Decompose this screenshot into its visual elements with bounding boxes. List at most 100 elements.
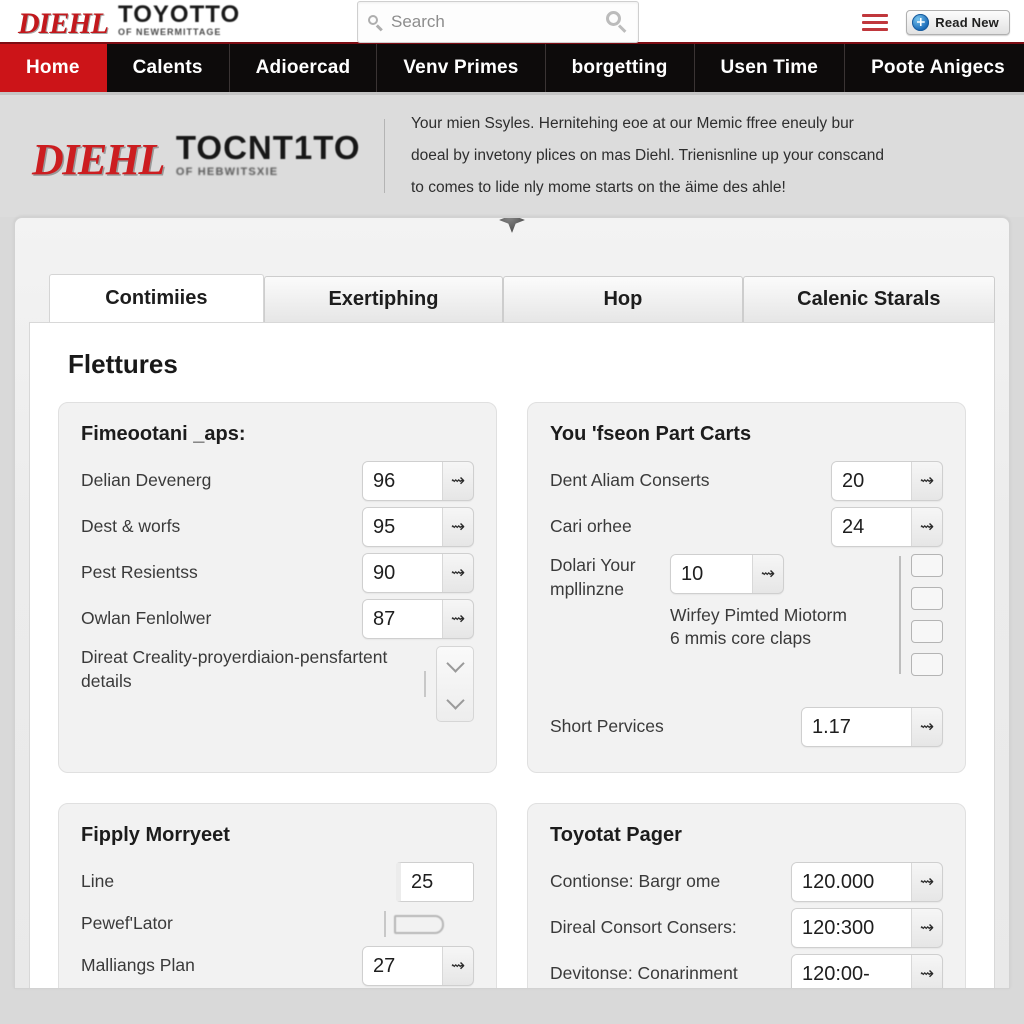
checkbox[interactable] (911, 554, 943, 577)
stepper-arrow-icon[interactable]: ⇝ (443, 508, 473, 546)
table-row: Dest & worfs 95 ⇝ (81, 504, 474, 550)
stepper-value[interactable]: 90 (363, 554, 443, 592)
read-new-label: Read New (935, 14, 999, 30)
nav-label: Adioercad (255, 57, 351, 78)
card-note-line: 6 mmis core claps (670, 627, 812, 648)
plus-badge-icon (912, 13, 930, 31)
row-label: Dolari Your mpllinzne (550, 555, 636, 599)
toggle-shape-icon[interactable] (394, 914, 444, 934)
quantity-stepper[interactable]: 24 ⇝ (831, 507, 943, 547)
checkbox[interactable] (911, 587, 943, 610)
quantity-stepper[interactable]: 95 ⇝ (362, 507, 474, 547)
nav-item-calents[interactable]: Calents (107, 44, 230, 92)
nav-label: borgetting (571, 57, 668, 78)
hero-logo: DIEHL TOCNT1TO OF HEBWITSXIE (20, 131, 384, 182)
table-row: Pest Resientss 90 ⇝ (81, 550, 474, 596)
stepper-arrow-icon[interactable]: ⇝ (912, 909, 942, 947)
table-row: Contionse: Bargr ome 120.000 ⇝ (550, 859, 943, 905)
nav-item-adioercad[interactable]: Adioercad (230, 44, 378, 92)
stepper-arrow-icon[interactable]: ⇝ (912, 708, 942, 746)
nav-item-borgetting[interactable]: borgetting (546, 44, 695, 92)
hero-copy-line: to comes to lide nly mome starts on the … (411, 178, 786, 196)
table-row: Delian Devenerg 96 ⇝ (81, 458, 474, 504)
stepper-value[interactable]: 87 (363, 600, 443, 638)
content-shell: Contimiies Exertiphing Hop Calenic Stara… (14, 217, 1010, 989)
quantity-stepper[interactable]: 96 ⇝ (362, 461, 474, 501)
chevron-stepper[interactable] (436, 646, 474, 722)
value-field[interactable]: 25 (396, 862, 474, 902)
hero-divider (384, 119, 385, 193)
stepper-arrow-icon[interactable]: ⇝ (912, 955, 942, 988)
stepper-value[interactable]: 20 (832, 462, 912, 500)
stepper-arrow-icon[interactable]: ⇝ (912, 863, 942, 901)
quantity-stepper[interactable]: 120:300 ⇝ (791, 908, 943, 948)
toggle-control[interactable] (384, 911, 474, 937)
row-label: Contionse: Bargr ome (550, 871, 721, 892)
top-bar-actions: Read New (862, 0, 1010, 44)
quantity-stepper[interactable]: 87 ⇝ (362, 599, 474, 639)
row-label: Malliangs Plan (81, 955, 195, 976)
card-toyotat-pager: Toyotat Pager Contionse: Bargr ome 120.0… (527, 803, 966, 988)
search-submit-icon[interactable] (606, 11, 628, 33)
diamond-ornament-icon (499, 218, 525, 233)
stepper-value[interactable]: 120.000 (792, 863, 912, 901)
search-input[interactable]: Search (357, 1, 639, 43)
row-label: Cari orhee (550, 516, 632, 537)
stepper-value[interactable]: 24 (832, 508, 912, 546)
tab-exertiphing[interactable]: Exertiphing (263, 276, 504, 322)
tab-label: Contimiies (105, 287, 208, 309)
row-label: Dent Aliam Conserts (550, 470, 710, 491)
tab-label: Hop (603, 288, 643, 310)
tab-calenic-starals[interactable]: Calenic Starals (742, 276, 995, 322)
stepper-arrow-icon[interactable]: ⇝ (753, 555, 783, 593)
read-new-button[interactable]: Read New (906, 9, 1010, 35)
nav-item-home[interactable]: Home (0, 44, 107, 92)
hero-copy-line: doeal by invetony plices on mas Diehl. T… (411, 147, 885, 165)
chevron-down-icon[interactable] (445, 691, 465, 710)
stepper-value[interactable]: 95 (363, 508, 443, 546)
stepper-value[interactable]: 27 (363, 947, 443, 985)
stepper-arrow-icon[interactable]: ⇝ (912, 508, 942, 546)
tab-label: Exertiphing (328, 288, 439, 310)
card-note: Wirfey Pimted Miotorm 6 mmis core claps (670, 604, 893, 650)
card-title: Fipply Morryeet (81, 824, 230, 846)
nav-item-poote-anigecs[interactable]: Poote Anigecs (845, 44, 1024, 92)
divider-rule (384, 911, 386, 937)
stepper-value[interactable]: 120:300 (792, 909, 912, 947)
quantity-stepper[interactable]: 27 ⇝ (362, 946, 474, 986)
checkbox[interactable] (911, 620, 943, 643)
checkbox[interactable] (911, 653, 943, 676)
search-icon (368, 14, 383, 30)
stepper-arrow-icon[interactable]: ⇝ (443, 554, 473, 592)
card-part-carts: You 'fseon Part Carts Dent Aliam Consert… (527, 402, 966, 773)
quantity-stepper[interactable]: 120.000 ⇝ (791, 862, 943, 902)
stepper-value[interactable]: 96 (363, 462, 443, 500)
stepper-arrow-icon[interactable]: ⇝ (912, 462, 942, 500)
hero-logo-primary: DIEHL (32, 134, 165, 184)
stepper-value[interactable]: 10 (671, 555, 753, 593)
table-row: Direat Creality-proyerdiaion-pensfartent… (81, 642, 474, 722)
row-label: Line (81, 871, 115, 892)
tab-panel: Flettures Fimeootani _aps: Delian Devene… (29, 322, 995, 988)
row-label: Owlan Fenlolwer (81, 608, 212, 629)
row-label: Devitonse: Conarinment (550, 963, 738, 984)
hamburger-icon[interactable] (862, 13, 889, 31)
stepper-arrow-icon[interactable]: ⇝ (443, 462, 473, 500)
stepper-value[interactable]: 120:00- (792, 955, 912, 988)
nav-item-usen-time[interactable]: Usen Time (695, 44, 846, 92)
quantity-stepper[interactable]: 90 ⇝ (362, 553, 474, 593)
hero-copy-line: Your mien Ssyles. Hernitehing eoe at our… (411, 115, 854, 133)
quantity-stepper[interactable]: 20 ⇝ (831, 461, 943, 501)
site-logo[interactable]: DIEHL TOYOTTO OF NEWERMITTAGE (0, 3, 240, 39)
quantity-stepper[interactable]: 10 ⇝ (670, 554, 784, 594)
stepper-value[interactable]: 1.17 (802, 708, 912, 746)
chevron-down-icon[interactable] (445, 654, 465, 673)
stepper-arrow-icon[interactable]: ⇝ (443, 947, 473, 985)
stepper-arrow-icon[interactable]: ⇝ (443, 600, 473, 638)
tab-hop[interactable]: Hop (503, 276, 743, 322)
quantity-stepper[interactable]: 1.17 ⇝ (801, 707, 943, 747)
tab-contimiies[interactable]: Contimiies (49, 274, 264, 322)
page-root: DIEHL TOYOTTO OF NEWERMITTAGE Search Rea… (0, 0, 1024, 1024)
nav-item-venv-primes[interactable]: Venv Primes (377, 44, 546, 92)
quantity-stepper[interactable]: 120:00- ⇝ (791, 954, 943, 988)
